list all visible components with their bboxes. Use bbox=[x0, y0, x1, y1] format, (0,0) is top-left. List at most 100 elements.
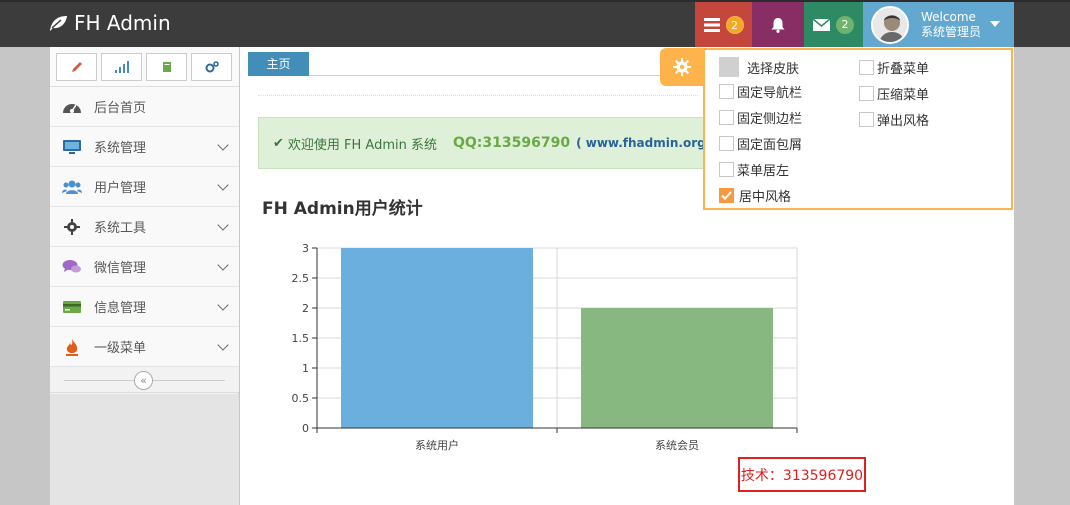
option-label: 固定导航栏 bbox=[737, 86, 803, 101]
checkbox[interactable] bbox=[859, 60, 874, 75]
brand-title: FH Admin bbox=[74, 11, 171, 35]
envelope-icon bbox=[813, 18, 830, 31]
y-tick-label: 0 bbox=[302, 422, 309, 435]
checkbox[interactable] bbox=[719, 162, 734, 177]
desktop-icon bbox=[62, 138, 82, 156]
option-menu-left[interactable]: 菜单居左 bbox=[719, 160, 789, 179]
sidebar-item-tools[interactable]: 系统工具 bbox=[50, 207, 239, 247]
sidebar-item-label: 信息管理 bbox=[94, 301, 147, 316]
y-tick-label: 1 bbox=[302, 362, 309, 375]
messages-button[interactable]: 2 bbox=[804, 2, 863, 47]
chevron-down-icon bbox=[217, 219, 229, 231]
sidebar-item-wechat[interactable]: 微信管理 bbox=[50, 247, 239, 287]
sidebar-item-users[interactable]: 用户管理 bbox=[50, 167, 239, 207]
sidebar-item-label: 系统工具 bbox=[94, 221, 147, 236]
caret-down-icon bbox=[990, 21, 1000, 27]
book-icon bbox=[162, 62, 171, 72]
option-label: 菜单居左 bbox=[737, 164, 790, 179]
sidebar-menu: 后台首页 系统管理 用户管理 系统工具 微信管理 信息管理 一级菜单 bbox=[50, 87, 239, 367]
bell-icon bbox=[771, 17, 785, 33]
check-icon: ✔ bbox=[273, 135, 284, 151]
option-fixed-breadcrumb[interactable]: 固定面包屑 bbox=[719, 134, 802, 153]
settings-toggle-button[interactable] bbox=[660, 48, 703, 86]
leaf-icon bbox=[50, 16, 67, 31]
sidebar-item-label: 后台首页 bbox=[94, 101, 147, 116]
y-tick-label: 2 bbox=[302, 302, 309, 315]
user-info: Welcome 系统管理员 bbox=[921, 10, 981, 40]
chevron-down-icon bbox=[217, 139, 229, 151]
option-compact-menu[interactable]: 压缩菜单 bbox=[859, 84, 929, 103]
settings-panel: 选择皮肤 固定导航栏 固定侧边栏 固定面包屑 菜单居左 居中风格 折叠菜单 压缩… bbox=[703, 48, 1013, 210]
cogs-icon bbox=[205, 61, 219, 73]
checkbox[interactable] bbox=[719, 136, 734, 151]
skin-swatch[interactable] bbox=[719, 57, 739, 77]
divider bbox=[258, 95, 698, 96]
sidebar-item-dashboard[interactable]: 后台首页 bbox=[50, 87, 239, 127]
user-welcome: Welcome bbox=[921, 10, 976, 24]
option-fixed-sidebar[interactable]: 固定侧边栏 bbox=[719, 108, 802, 127]
option-label: 折叠菜单 bbox=[877, 62, 930, 77]
right-gutter bbox=[1014, 47, 1070, 505]
fire-icon bbox=[62, 338, 82, 356]
sidebar-item-system[interactable]: 系统管理 bbox=[50, 127, 239, 167]
tech-note: 技术：313596790 bbox=[738, 457, 866, 492]
checkbox[interactable] bbox=[719, 84, 734, 99]
x-tick-label: 系统用户 bbox=[415, 438, 459, 452]
comments-icon bbox=[62, 258, 82, 276]
option-label: 固定侧边栏 bbox=[737, 112, 803, 127]
double-chevron-left-icon[interactable]: « bbox=[134, 371, 153, 390]
bar bbox=[581, 308, 773, 428]
bar bbox=[341, 248, 533, 428]
alert-text: 欢迎使用 FH Admin 系统 bbox=[287, 137, 437, 153]
y-tick-label: 1.5 bbox=[292, 332, 310, 345]
chevron-down-icon bbox=[217, 299, 229, 311]
section-title: FH Admin用户统计 bbox=[262, 199, 423, 219]
option-centered-style[interactable]: 居中风格 bbox=[719, 186, 791, 205]
notifications-button[interactable] bbox=[752, 2, 804, 47]
shortcut-cogs-button[interactable] bbox=[191, 53, 232, 81]
shortcut-pencil-button[interactable] bbox=[56, 53, 97, 81]
messages-badge: 2 bbox=[836, 15, 854, 34]
welcome-alert: ✔ 欢迎使用 FH Admin 系统 QQ:313596790 ( www.fh… bbox=[258, 117, 718, 169]
chevron-down-icon bbox=[217, 339, 229, 351]
checkbox[interactable] bbox=[859, 86, 874, 101]
sidebar-item-info[interactable]: 信息管理 bbox=[50, 287, 239, 327]
user-menu[interactable]: Welcome 系统管理员 bbox=[863, 2, 1014, 47]
user-name: 系统管理员 bbox=[921, 25, 982, 39]
x-tick-label: 系统会员 bbox=[655, 439, 699, 452]
sidebar-empty-area bbox=[50, 394, 239, 505]
checkbox[interactable] bbox=[859, 112, 874, 127]
y-tick-label: 3 bbox=[302, 242, 309, 255]
checkbox-checked[interactable] bbox=[719, 188, 734, 203]
skin-label: 选择皮肤 bbox=[747, 61, 800, 77]
alert-qq: QQ:313596790 bbox=[453, 135, 571, 151]
option-popup-style[interactable]: 弹出风格 bbox=[859, 110, 929, 129]
option-label: 居中风格 bbox=[739, 190, 792, 205]
dashboard-icon bbox=[62, 98, 82, 116]
option-label: 固定面包屑 bbox=[737, 138, 803, 153]
checkbox[interactable] bbox=[719, 110, 734, 125]
chevron-down-icon bbox=[217, 259, 229, 271]
option-fixed-navbar[interactable]: 固定导航栏 bbox=[719, 82, 802, 101]
sidebar-item-label: 一级菜单 bbox=[94, 341, 147, 356]
y-tick-label: 0.5 bbox=[292, 392, 310, 405]
users-icon bbox=[62, 178, 82, 196]
credit-card-icon bbox=[62, 298, 82, 316]
option-label: 压缩菜单 bbox=[877, 88, 930, 103]
skin-selector[interactable]: 选择皮肤 bbox=[719, 57, 799, 77]
sidebar-item-level1[interactable]: 一级菜单 bbox=[50, 327, 239, 367]
tasks-button[interactable]: 2 bbox=[695, 2, 752, 47]
user-stats-chart: 0 0.5 1 1.5 2 2.5 3 系统用户 系统会员 bbox=[292, 242, 798, 452]
top-navbar: FH Admin 2 2 Welcome 系统管理员 bbox=[0, 0, 1070, 47]
alert-site-link[interactable]: ( www.fhadmin.org bbox=[576, 136, 706, 150]
brand[interactable]: FH Admin bbox=[48, 11, 171, 35]
shortcut-signal-button[interactable] bbox=[101, 53, 142, 81]
shortcut-book-button[interactable] bbox=[146, 53, 187, 81]
pencil-icon bbox=[71, 62, 82, 72]
sidebar: 后台首页 系统管理 用户管理 系统工具 微信管理 信息管理 一级菜单 « bbox=[50, 47, 239, 505]
tab-home[interactable]: 主页 bbox=[248, 52, 309, 76]
option-collapse-menu[interactable]: 折叠菜单 bbox=[859, 58, 929, 77]
option-label: 弹出风格 bbox=[877, 114, 930, 129]
tasks-icon bbox=[703, 17, 720, 32]
tasks-badge: 2 bbox=[725, 15, 744, 34]
